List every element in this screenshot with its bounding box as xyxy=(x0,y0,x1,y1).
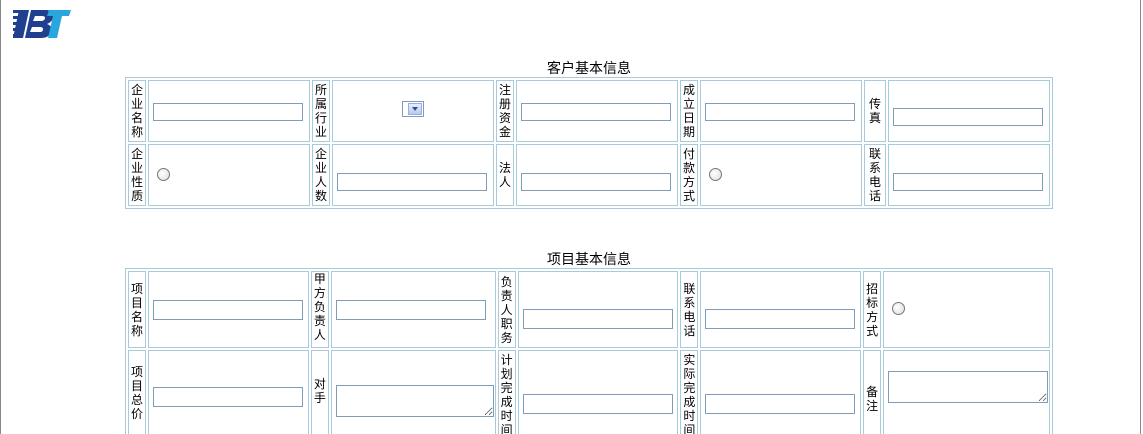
legal-person-input[interactable] xyxy=(521,173,672,191)
label-payment-method: 付 款 方 式 xyxy=(679,144,699,206)
customer-section-title: 客户基本信息 xyxy=(547,61,631,77)
label-client-manager: 甲 方 负 责 人 xyxy=(310,271,329,348)
company-nature-radio[interactable] xyxy=(157,167,171,181)
payment-method-radio[interactable] xyxy=(709,167,723,181)
label-industry: 所 属 行 业 xyxy=(311,80,331,142)
label-bidding-method: 招 标 方 式 xyxy=(863,271,882,348)
label-company-nature: 企 业 性 质 xyxy=(128,144,147,206)
label-employee-count: 企 业 人 数 xyxy=(311,144,331,206)
actual-completion-input[interactable] xyxy=(705,393,856,414)
founded-date-input[interactable] xyxy=(705,103,856,121)
label-company-name: 企 业 名 称 xyxy=(128,80,147,142)
project-contact-phone-input[interactable] xyxy=(705,308,856,329)
total-price-input[interactable] xyxy=(153,386,304,407)
company-name-input[interactable] xyxy=(153,103,304,121)
chevron-down-icon xyxy=(408,103,423,115)
label-founded-date: 成 立 日 期 xyxy=(679,80,699,142)
customer-info-table: 企 业 名 称 所 属 行 业 注 册 资 金 成 立 日 期 传 真 企 业 … xyxy=(125,77,1053,209)
label-manager-title: 负 责 人 职 务 xyxy=(497,271,516,348)
label-project-name: 项 目 名 称 xyxy=(128,271,147,348)
client-manager-input[interactable] xyxy=(335,299,486,320)
manager-title-input[interactable] xyxy=(522,308,673,329)
label-actual-completion: 实 际 完 成 时 间 xyxy=(680,350,699,434)
label-total-price: 项 目 总 价 xyxy=(128,350,147,434)
planned-completion-input[interactable] xyxy=(522,393,673,414)
remarks-textarea[interactable] xyxy=(888,371,1049,403)
fax-input[interactable] xyxy=(893,108,1044,126)
project-section-title: 项目基本信息 xyxy=(547,252,631,268)
label-remarks: 备 注 xyxy=(863,350,882,434)
competitor-textarea[interactable] xyxy=(335,385,494,417)
project-name-input[interactable] xyxy=(153,299,304,320)
label-fax: 传 真 xyxy=(863,80,887,142)
project-info-table: 项 目 名 称 甲 方 负 责 人 负 责 人 职 务 联 系 电 话 招 标 … xyxy=(125,268,1053,434)
label-competitor: 对 手 xyxy=(310,350,329,434)
ibt-logo xyxy=(13,10,71,38)
bidding-method-radio[interactable] xyxy=(892,302,906,315)
label-legal-person: 法 人 xyxy=(495,144,515,206)
industry-select[interactable] xyxy=(402,101,425,117)
label-planned-completion: 计 划 完 成 时 间 xyxy=(497,350,516,434)
registered-capital-input[interactable] xyxy=(521,103,672,121)
label-customer-contact-phone: 联 系 电 话 xyxy=(863,144,887,206)
employee-count-input[interactable] xyxy=(337,173,488,191)
customer-contact-phone-input[interactable] xyxy=(893,173,1044,191)
label-registered-capital: 注 册 资 金 xyxy=(495,80,515,142)
page: 客户基本信息 企 业 名 称 所 属 行 业 注 册 资 金 成 立 日 期 传… xyxy=(0,0,1141,434)
label-project-contact-phone: 联 系 电 话 xyxy=(680,271,699,348)
